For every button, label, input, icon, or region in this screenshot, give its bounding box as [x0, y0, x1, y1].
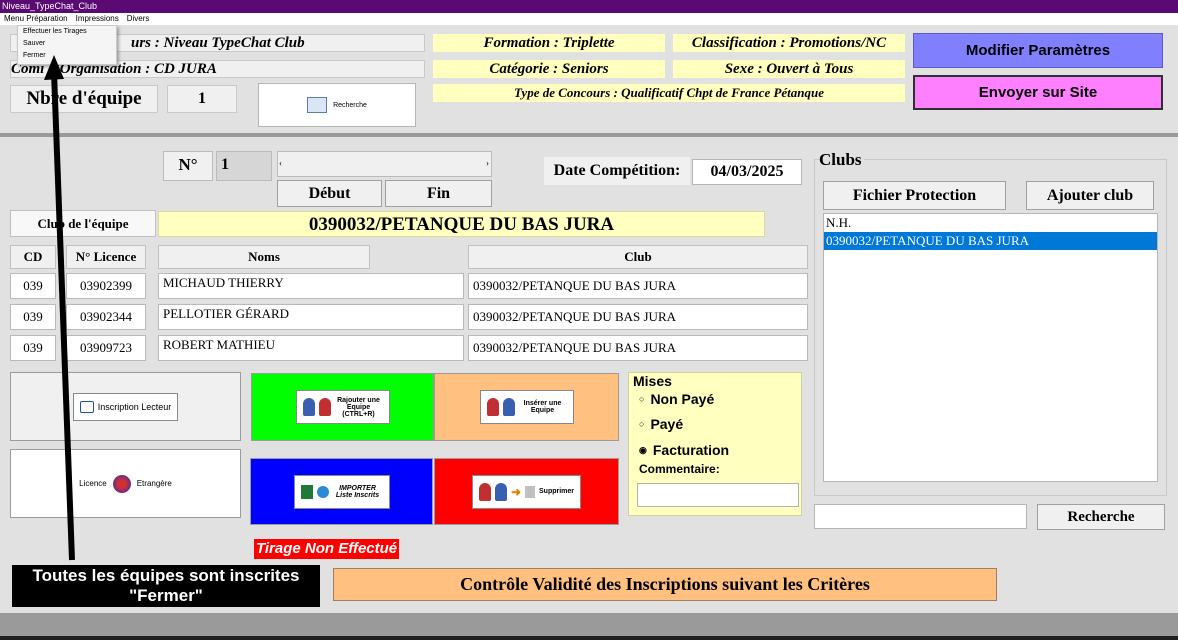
arrow-head [44, 55, 64, 80]
annotation-caption: Toutes les équipes sont inscrites "Ferme… [12, 565, 320, 607]
annotation-line1: Toutes les équipes sont inscrites [32, 566, 300, 585]
arrow-shaft [51, 71, 75, 561]
annotation-arrow [44, 55, 75, 561]
annotation-line2: "Fermer" [129, 586, 203, 605]
